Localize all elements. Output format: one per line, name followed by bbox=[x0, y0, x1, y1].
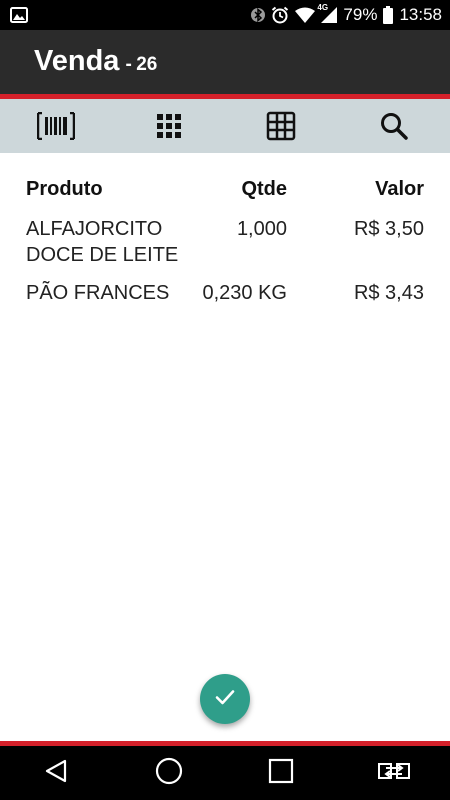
signal-icon: 4G bbox=[317, 3, 338, 23]
home-circle-icon bbox=[155, 757, 183, 789]
recents-square-icon bbox=[268, 758, 294, 788]
check-icon bbox=[213, 685, 237, 713]
row-product: PÃO FRANCES bbox=[26, 282, 170, 304]
keypad-icon bbox=[156, 113, 182, 139]
row-product: ALFAJORCITO DOCE DE LEITE bbox=[26, 218, 179, 266]
barcode-icon bbox=[37, 112, 76, 140]
product-grid-button[interactable] bbox=[251, 101, 311, 151]
back-button[interactable] bbox=[26, 748, 86, 798]
table-row[interactable]: ALFAJORCITO DOCE DE LEITE 1,000 R$ 3,50 bbox=[26, 216, 424, 268]
table-row[interactable]: PÃO FRANCES 0,230 KG R$ 3,43 bbox=[26, 280, 424, 306]
barcode-scan-button[interactable] bbox=[26, 101, 86, 151]
action-toolbar bbox=[0, 99, 450, 153]
search-button[interactable] bbox=[364, 101, 424, 151]
page-title: Venda - 26 bbox=[34, 45, 157, 78]
wifi-icon bbox=[295, 7, 316, 23]
table-header: Produto Qtde Valor bbox=[26, 178, 424, 210]
keypad-button[interactable] bbox=[139, 101, 199, 151]
status-bar: 4G 79% 13:58 bbox=[0, 0, 450, 30]
confirm-sale-button[interactable] bbox=[200, 674, 250, 724]
row-qty: 0,230 KG bbox=[202, 282, 287, 304]
sale-number: 26 bbox=[136, 54, 158, 75]
row-qty: 1,000 bbox=[236, 218, 287, 240]
battery-percentage: 79% bbox=[343, 5, 378, 24]
battery-icon bbox=[383, 6, 394, 24]
row-value: R$ 3,50 bbox=[353, 218, 424, 240]
header-qty: Qtde bbox=[241, 178, 287, 200]
bluetooth-icon bbox=[251, 6, 266, 24]
switch-app-icon bbox=[377, 758, 411, 788]
alarm-icon bbox=[271, 6, 289, 24]
home-button[interactable] bbox=[139, 748, 199, 798]
header-product: Produto bbox=[26, 178, 103, 200]
back-triangle-icon bbox=[43, 758, 69, 788]
title-separator: - bbox=[125, 54, 132, 75]
sale-items-table: Produto Qtde Valor ALFAJORCITO DOCE DE L… bbox=[26, 178, 424, 306]
grid-icon bbox=[266, 111, 296, 141]
clock-time: 13:58 bbox=[399, 5, 442, 24]
switch-app-button[interactable] bbox=[364, 748, 424, 798]
app-bar: Venda - 26 bbox=[0, 30, 450, 94]
search-icon bbox=[379, 111, 409, 141]
network-type-label: 4G bbox=[317, 3, 329, 12]
image-notification-icon bbox=[10, 7, 28, 27]
system-nav-bar bbox=[0, 746, 450, 800]
status-icons: 4G 79% 13:58 bbox=[251, 0, 442, 30]
header-value: Valor bbox=[375, 178, 424, 200]
recents-button[interactable] bbox=[251, 748, 311, 798]
row-value: R$ 3,43 bbox=[353, 282, 424, 304]
title-label: Venda bbox=[34, 45, 120, 77]
